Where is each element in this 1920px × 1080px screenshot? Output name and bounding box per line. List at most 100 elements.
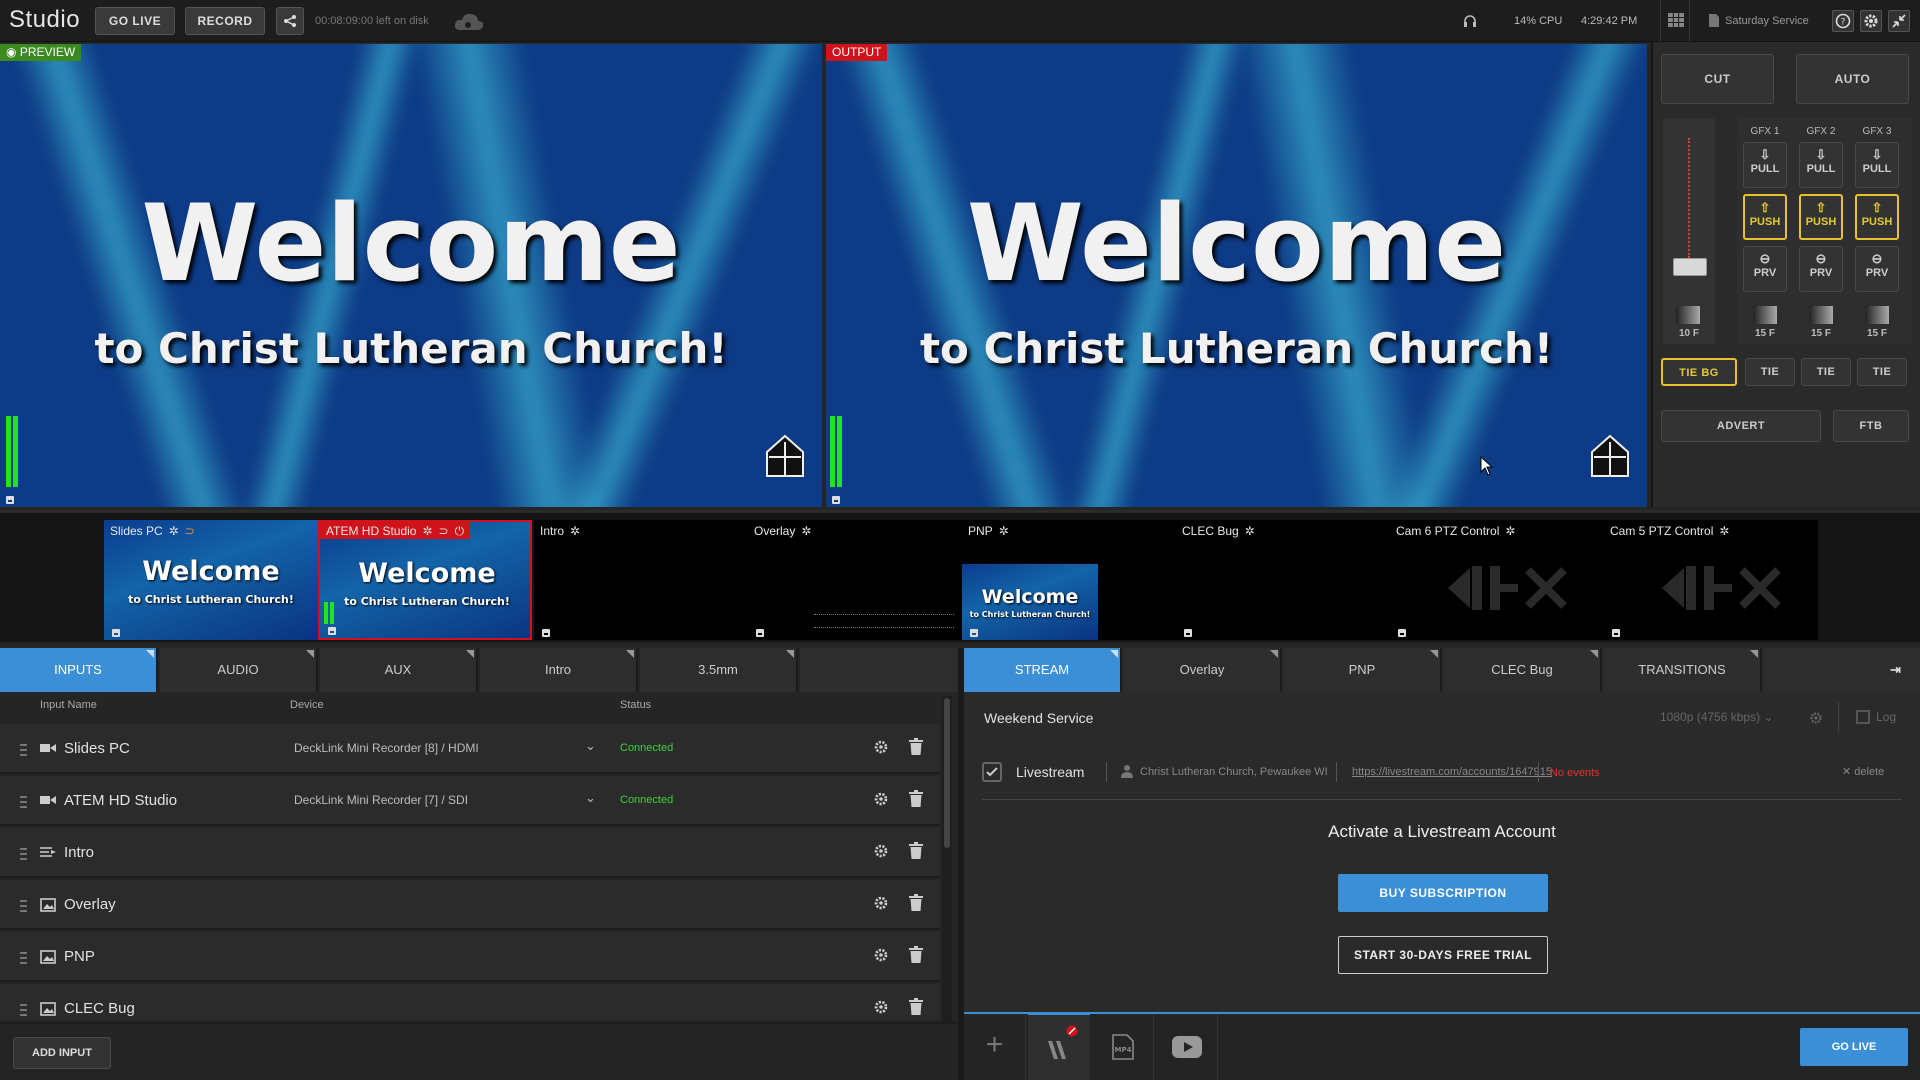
gfx2-pull-button[interactable]: ⇩ PULL [1799,142,1843,188]
headphones-icon[interactable] [1463,14,1477,28]
trash-icon[interactable] [908,894,924,912]
free-trial-button[interactable]: START 30-DAYS FREE TRIAL [1338,936,1548,974]
go-live-button[interactable]: GO LIVE [95,7,175,35]
scrollbar[interactable] [942,696,952,1022]
gfx3-prv-button[interactable]: ⊖ PRV [1855,246,1899,292]
source-tile-intro[interactable]: Intro ✲ [534,520,748,640]
share-button[interactable] [276,7,304,35]
source-tile-pnp[interactable]: Welcome to Christ Lutheran Church! PNP ✲ [962,520,1176,640]
tab-stream[interactable]: STREAM [964,648,1122,692]
tab-audio[interactable]: AUDIO [160,648,318,692]
tab-3-5mm[interactable]: 3.5mm [640,648,798,692]
gear-icon[interactable]: ✲ [169,524,179,538]
add-destination-button[interactable]: + [964,1014,1026,1080]
tab-inputs[interactable]: INPUTS [0,648,158,692]
cut-button[interactable]: CUT [1661,54,1774,104]
drag-handle-icon[interactable] [20,848,27,860]
power-icon[interactable]: ⏻ [455,524,465,538]
source-tile-cam-6-ptz[interactable]: Cam 6 PTZ Control ✲ [1390,520,1604,640]
chevron-down-icon[interactable]: ⌄ [585,738,596,754]
auto-button[interactable]: AUTO [1796,54,1909,104]
rss-icon[interactable]: ⊃ [185,524,195,538]
tab-intro[interactable]: Intro [480,648,638,692]
gfx1-push-button[interactable]: ⇧ PUSH [1743,194,1787,240]
youtube-destination-tab[interactable] [1156,1014,1218,1080]
gear-icon[interactable] [872,738,890,756]
gear-icon[interactable]: ✲ [422,524,432,538]
gear-icon[interactable]: ✲ [999,524,1009,538]
tab-aux[interactable]: AUX [320,648,478,692]
gfx2-push-button[interactable]: ⇧ PUSH [1799,194,1843,240]
ftb-button[interactable]: FTB [1833,410,1909,442]
collapse-panel-icon[interactable]: ⇥ [1890,662,1901,678]
add-input-button[interactable]: ADD INPUT [13,1037,111,1069]
trash-icon[interactable] [908,842,924,860]
table-row[interactable]: PNP [0,932,940,982]
table-row[interactable]: CLEC Bug [0,984,940,1020]
preview-monitor[interactable]: ◉ PREVIEW Welcome to Christ Lutheran Chu… [0,44,822,507]
livestream-destination-tab[interactable] [1028,1012,1090,1080]
chevron-down-icon[interactable]: ⌄ [585,790,596,806]
tab-transitions[interactable]: TRANSITIONS [1604,648,1762,692]
stream-title[interactable]: Weekend Service [984,710,1093,726]
account-link[interactable]: https://livestream.com/accounts/1647915 [1352,766,1552,778]
gear-icon[interactable]: ✲ [801,524,811,538]
trash-icon[interactable] [908,946,924,964]
trash-icon[interactable] [908,738,924,756]
gear-icon[interactable] [872,842,890,860]
delete-destination-button[interactable]: ✕ delete [1842,765,1884,778]
tie-gfx3-button[interactable]: TIE [1857,358,1907,386]
drag-handle-icon[interactable] [20,744,27,756]
t-bar-handle[interactable] [1673,258,1707,276]
source-tile-overlay[interactable]: Overlay ✲ [748,520,962,640]
go-live-stream-button[interactable]: GO LIVE [1800,1028,1908,1066]
gear-icon[interactable]: ✲ [570,524,580,538]
table-row[interactable]: Intro [0,828,940,878]
scrollbar-thumb[interactable] [944,698,950,848]
trash-icon[interactable] [908,998,924,1016]
tie-bg-button[interactable]: TIE BG [1661,358,1737,386]
gear-icon[interactable]: ✲ [1505,524,1515,538]
destination-checkbox[interactable] [982,762,1002,782]
drag-handle-icon[interactable] [20,900,27,912]
record-button[interactable]: RECORD [185,7,265,35]
tab-clec-bug[interactable]: CLEC Bug [1444,648,1602,692]
gear-icon[interactable] [872,790,890,808]
input-device[interactable]: DeckLink Mini Recorder [8] / HDMI [294,741,479,755]
cloud-icon[interactable] [453,10,485,32]
table-row[interactable]: ATEM HD Studio DeckLink Mini Recorder [7… [0,776,940,826]
table-row[interactable]: Overlay [0,880,940,930]
t-bar[interactable]: 10 F [1663,118,1715,344]
tab-pnp[interactable]: PNP [1284,648,1442,692]
mp4-destination-tab[interactable]: MP4 [1092,1014,1154,1080]
gear-icon[interactable] [872,998,890,1016]
source-tile-slides-pc[interactable]: Welcome to Christ Lutheran Church! Slide… [104,520,318,640]
trash-icon[interactable] [908,790,924,808]
settings-button[interactable] [1860,10,1882,32]
help-button[interactable]: ? [1832,10,1854,32]
gear-icon[interactable]: ✲ [1719,524,1729,538]
quality-select[interactable]: 1080p (4756 kbps) ⌄ [1650,702,1780,732]
fullscreen-button[interactable] [1888,10,1910,32]
rss-icon[interactable]: ⊃ [439,524,449,538]
log-checkbox[interactable] [1856,710,1870,724]
tab-overlay[interactable]: Overlay [1124,648,1282,692]
drag-handle-icon[interactable] [20,952,27,964]
gfx1-pull-button[interactable]: ⇩ PULL [1743,142,1787,188]
buy-subscription-button[interactable]: BUY SUBSCRIPTION [1338,874,1548,912]
drag-handle-icon[interactable] [20,1004,27,1016]
tie-gfx1-button[interactable]: TIE [1745,358,1795,386]
advert-button[interactable]: ADVERT [1661,410,1821,442]
source-tile-clec-bug[interactable]: CLEC Bug ✲ [1176,520,1390,640]
gear-icon[interactable] [872,946,890,964]
gear-icon[interactable]: ✲ [1245,524,1255,538]
gfx3-pull-button[interactable]: ⇩ PULL [1855,142,1899,188]
tie-gfx2-button[interactable]: TIE [1801,358,1851,386]
multiview-layout-button[interactable] [1660,0,1690,42]
gear-icon[interactable] [1808,710,1824,726]
table-row[interactable]: Slides PC DeckLink Mini Recorder [8] / H… [0,724,940,774]
gfx3-push-button[interactable]: ⇧ PUSH [1855,194,1899,240]
project-name[interactable]: Saturday Service [1725,15,1809,27]
drag-handle-icon[interactable] [20,796,27,808]
gfx2-prv-button[interactable]: ⊖ PRV [1799,246,1843,292]
